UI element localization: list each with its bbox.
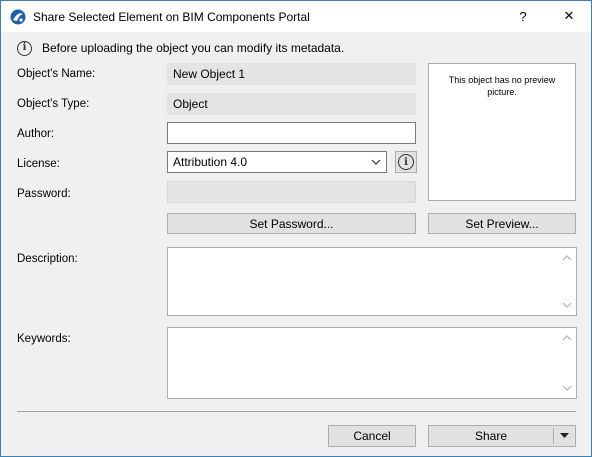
author-input[interactable] bbox=[167, 122, 416, 144]
window-title: Share Selected Element on BIM Components… bbox=[33, 10, 310, 24]
keywords-label: Keywords: bbox=[17, 333, 71, 345]
share-menu-button[interactable] bbox=[554, 426, 575, 446]
footer-divider bbox=[17, 411, 576, 412]
help-button[interactable]: ? bbox=[501, 1, 545, 31]
password-label: Password: bbox=[17, 188, 71, 200]
scroll-down-icon[interactable] bbox=[562, 300, 572, 310]
license-info-button[interactable]: i bbox=[395, 151, 417, 173]
share-button[interactable]: Share bbox=[429, 426, 553, 446]
share-split-button[interactable]: Share bbox=[428, 425, 576, 447]
chevron-down-icon bbox=[371, 159, 381, 165]
info-text: Before uploading the object you can modi… bbox=[42, 41, 345, 55]
object-type-field: Object bbox=[167, 93, 416, 115]
description-label: Description: bbox=[17, 253, 78, 265]
object-name-field: New Object 1 bbox=[167, 63, 416, 85]
preview-box: This object has no preview picture. bbox=[428, 63, 576, 201]
scroll-down-icon[interactable] bbox=[562, 383, 572, 393]
info-icon: i bbox=[17, 40, 32, 56]
description-scrollbar[interactable] bbox=[559, 248, 576, 315]
description-textarea[interactable] bbox=[167, 247, 577, 316]
object-type-label: Object's Type: bbox=[17, 98, 90, 110]
bim-portal-icon bbox=[10, 9, 26, 25]
scroll-up-icon[interactable] bbox=[562, 253, 572, 263]
set-password-button[interactable]: Set Password... bbox=[167, 213, 416, 234]
password-field bbox=[167, 181, 416, 203]
set-preview-button[interactable]: Set Preview... bbox=[428, 213, 576, 234]
share-dialog: Share Selected Element on BIM Components… bbox=[0, 0, 592, 457]
close-button[interactable]: ✕ bbox=[547, 1, 591, 31]
keywords-textarea[interactable] bbox=[167, 327, 577, 399]
triangle-down-icon bbox=[560, 433, 569, 438]
license-select[interactable]: Attribution 4.0 bbox=[167, 151, 387, 173]
keywords-scrollbar[interactable] bbox=[559, 328, 576, 398]
license-select-value: Attribution 4.0 bbox=[173, 155, 248, 169]
license-label: License: bbox=[17, 158, 60, 170]
scroll-up-icon[interactable] bbox=[562, 333, 572, 343]
cancel-button[interactable]: Cancel bbox=[328, 425, 416, 447]
preview-empty-text: This object has no preview picture. bbox=[448, 75, 556, 97]
info-icon: i bbox=[398, 154, 414, 170]
title-bar: Share Selected Element on BIM Components… bbox=[1, 1, 591, 32]
author-label: Author: bbox=[17, 128, 55, 140]
object-name-label: Object's Name: bbox=[17, 68, 96, 80]
info-banner: i Before uploading the object you can mo… bbox=[17, 40, 344, 56]
